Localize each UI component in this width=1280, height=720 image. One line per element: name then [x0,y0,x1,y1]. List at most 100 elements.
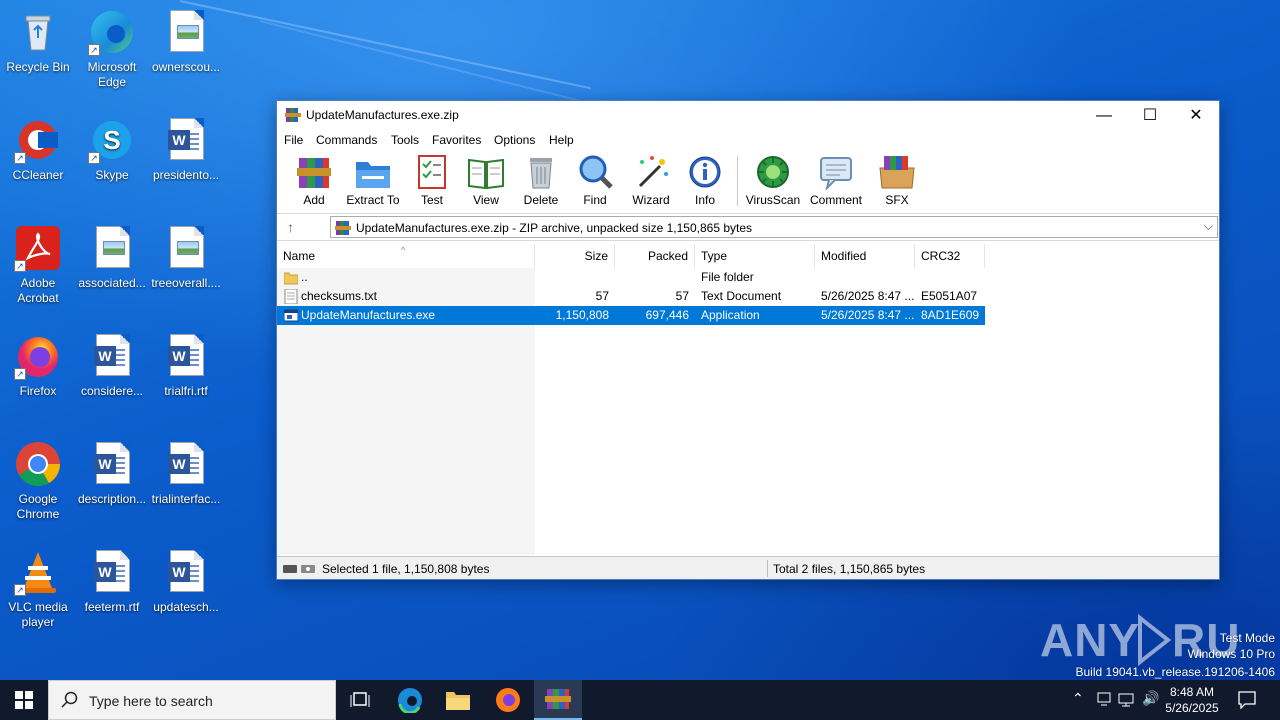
column-header-type[interactable]: Type [695,244,815,268]
desktop-icon-description[interactable]: W description... [74,440,150,507]
zip-archive-icon [335,220,351,236]
toolbar-extract-to-button[interactable]: Extract To [343,154,403,210]
exe-file-icon [283,308,299,323]
desktop-icon-treeoverall[interactable]: treeoverall.... [148,224,224,291]
test-checklist-icon [413,154,451,190]
menu-help[interactable]: Help [549,133,574,147]
taskbar-edge[interactable] [386,680,434,720]
table-row-parent-folder[interactable]: .. File folder [277,268,985,287]
desktop-icon-firefox[interactable]: ↗ Firefox [0,332,76,399]
taskbar-winrar[interactable] [534,680,582,720]
desktop-icon-skype[interactable]: S ↗ Skype [74,116,150,183]
column-header-crc32[interactable]: CRC32 [915,244,985,268]
desktop-icon-label: Microsoft Edge [87,60,137,89]
start-button[interactable] [0,680,48,720]
magnifier-icon [576,154,614,190]
ccleaner-icon: ↗ [14,116,62,164]
toolbar-delete-button[interactable]: Delete [519,154,563,210]
toolbar-label: Extract To [346,193,400,207]
watermark-edition: Windows 10 Pro [1187,647,1275,661]
word-file-icon: W [162,440,210,488]
shortcut-arrow-icon: ↗ [14,584,26,596]
vlc-icon: ↗ [14,548,62,596]
system-tray: ⌃ 🔊 [1070,680,1170,720]
menu-options[interactable]: Options [494,133,535,147]
file-name: UpdateManufactures.exe [301,308,436,322]
status-bar: Selected 1 file, 1,150,808 bytes Total 2… [277,556,1219,579]
desktop-icon-recycle-bin[interactable]: Recycle Bin [0,8,76,75]
column-header-size[interactable]: Size [535,244,615,268]
window-title: UpdateManufactures.exe.zip [306,108,459,122]
path-combobox[interactable]: UpdateManufactures.exe.zip - ZIP archive… [330,216,1218,238]
toolbar-add-button[interactable]: Add [293,154,335,210]
clock-time: 8:48 AM [1169,685,1215,699]
window-titlebar[interactable]: UpdateManufactures.exe.zip — ☐ ✕ [277,101,1219,130]
volume-icon[interactable]: 🔊 [1142,690,1159,707]
word-file-icon: W [162,548,210,596]
desktop-icon-updatesch[interactable]: W updatesch... [148,548,224,615]
taskbar-firefox[interactable] [484,680,532,720]
chevron-up-icon[interactable]: ⌃ [1072,690,1084,707]
maximize-button[interactable]: ☐ [1127,101,1173,130]
menu-commands[interactable]: Commands [316,133,377,147]
desktop-icon-google-chrome[interactable]: Google Chrome [0,440,76,522]
desktop-icon-label: description... [77,492,147,506]
desktop-icon-feeterm[interactable]: W feeterm.rtf [74,548,150,615]
display-icon[interactable] [1118,691,1134,710]
toolbar-separator [737,156,738,206]
menu-favorites[interactable]: Favorites [432,133,481,147]
toolbar-label: View [473,193,499,207]
taskbar-file-explorer[interactable] [434,680,482,720]
toolbar-sfx-button[interactable]: SFX [875,154,919,210]
toolbar-view-button[interactable]: View [463,154,509,210]
desktop-icon-trialfri[interactable]: W trialfri.rtf [148,332,224,399]
column-header-name[interactable]: Name ^ [277,244,535,268]
minimize-button[interactable]: — [1081,101,1127,130]
table-row-updatemanufactures[interactable]: UpdateManufactures.exe 1,150,808 697,446… [277,306,985,325]
toolbar-virusscan-button[interactable]: VirusScan [745,154,801,210]
file-name: checksums.txt [301,289,378,303]
status-selection: Selected 1 file, 1,150,808 bytes [322,562,490,576]
table-row-checksums[interactable]: checksums.txt 57 57 Text Document 5/26/2… [277,287,985,306]
desktop-icon-label: trialinterfac... [151,492,221,506]
toolbar-test-button[interactable]: Test [413,154,451,210]
taskbar-search-box[interactable]: Type here to search [48,680,336,720]
menu-file[interactable]: File [284,133,303,147]
view-book-icon [467,154,505,190]
desktop-icon-considere[interactable]: W considere... [74,332,150,399]
network-icon[interactable] [1096,691,1112,710]
desktop-icon-presidento[interactable]: W presidento... [148,116,224,183]
column-header-packed[interactable]: Packed [615,244,695,268]
column-header-modified[interactable]: Modified [815,244,915,268]
toolbar-info-button[interactable]: Info [685,154,725,210]
menu-tools[interactable]: Tools [391,133,419,147]
toolbar-wizard-button[interactable]: Wizard [629,154,673,210]
desktop-icon-label: associated... [78,276,146,290]
desktop-icon-associated[interactable]: associated... [74,224,150,291]
toolbar-comment-button[interactable]: Comment [807,154,865,210]
close-button[interactable]: ✕ [1173,101,1219,130]
file-modified: 5/26/2025 8:47 ... [821,308,915,322]
shortcut-arrow-icon: ↗ [88,44,100,56]
column-header-label: Name [283,249,316,263]
recycle-bin-icon [14,8,62,56]
task-view-button[interactable] [336,680,384,720]
desktop-icon-label: Firefox [19,384,57,398]
image-file-icon [162,8,210,56]
toolbar-find-button[interactable]: Find [575,154,615,210]
chevron-down-icon[interactable]: ⌵ [1204,219,1213,234]
wizard-wand-icon [632,154,670,190]
up-arrow-icon[interactable]: ↑ [287,219,294,235]
desktop-icon-ccleaner[interactable]: ↗ CCleaner [0,116,76,183]
folder-icon [446,692,470,710]
desktop-icon-trialinterfac[interactable]: W trialinterfac... [148,440,224,507]
toolbar-label: Test [420,193,443,207]
desktop-icon-ownerscou[interactable]: ownerscou... [148,8,224,75]
notification-center-button[interactable] [1224,680,1270,720]
desktop-icon-label: presidento... [152,168,220,182]
desktop-icon-vlc[interactable]: ↗ VLC media player [0,548,76,630]
taskbar-clock[interactable]: 8:48 AM 5/26/2025 [1162,684,1222,716]
file-list-header: Name ^ Size Packed Type Modified CRC32 [277,244,1219,268]
desktop-icon-microsoft-edge[interactable]: ↗ Microsoft Edge [74,8,150,90]
desktop-icon-adobe-acrobat[interactable]: ↗ Adobe Acrobat [0,224,76,306]
